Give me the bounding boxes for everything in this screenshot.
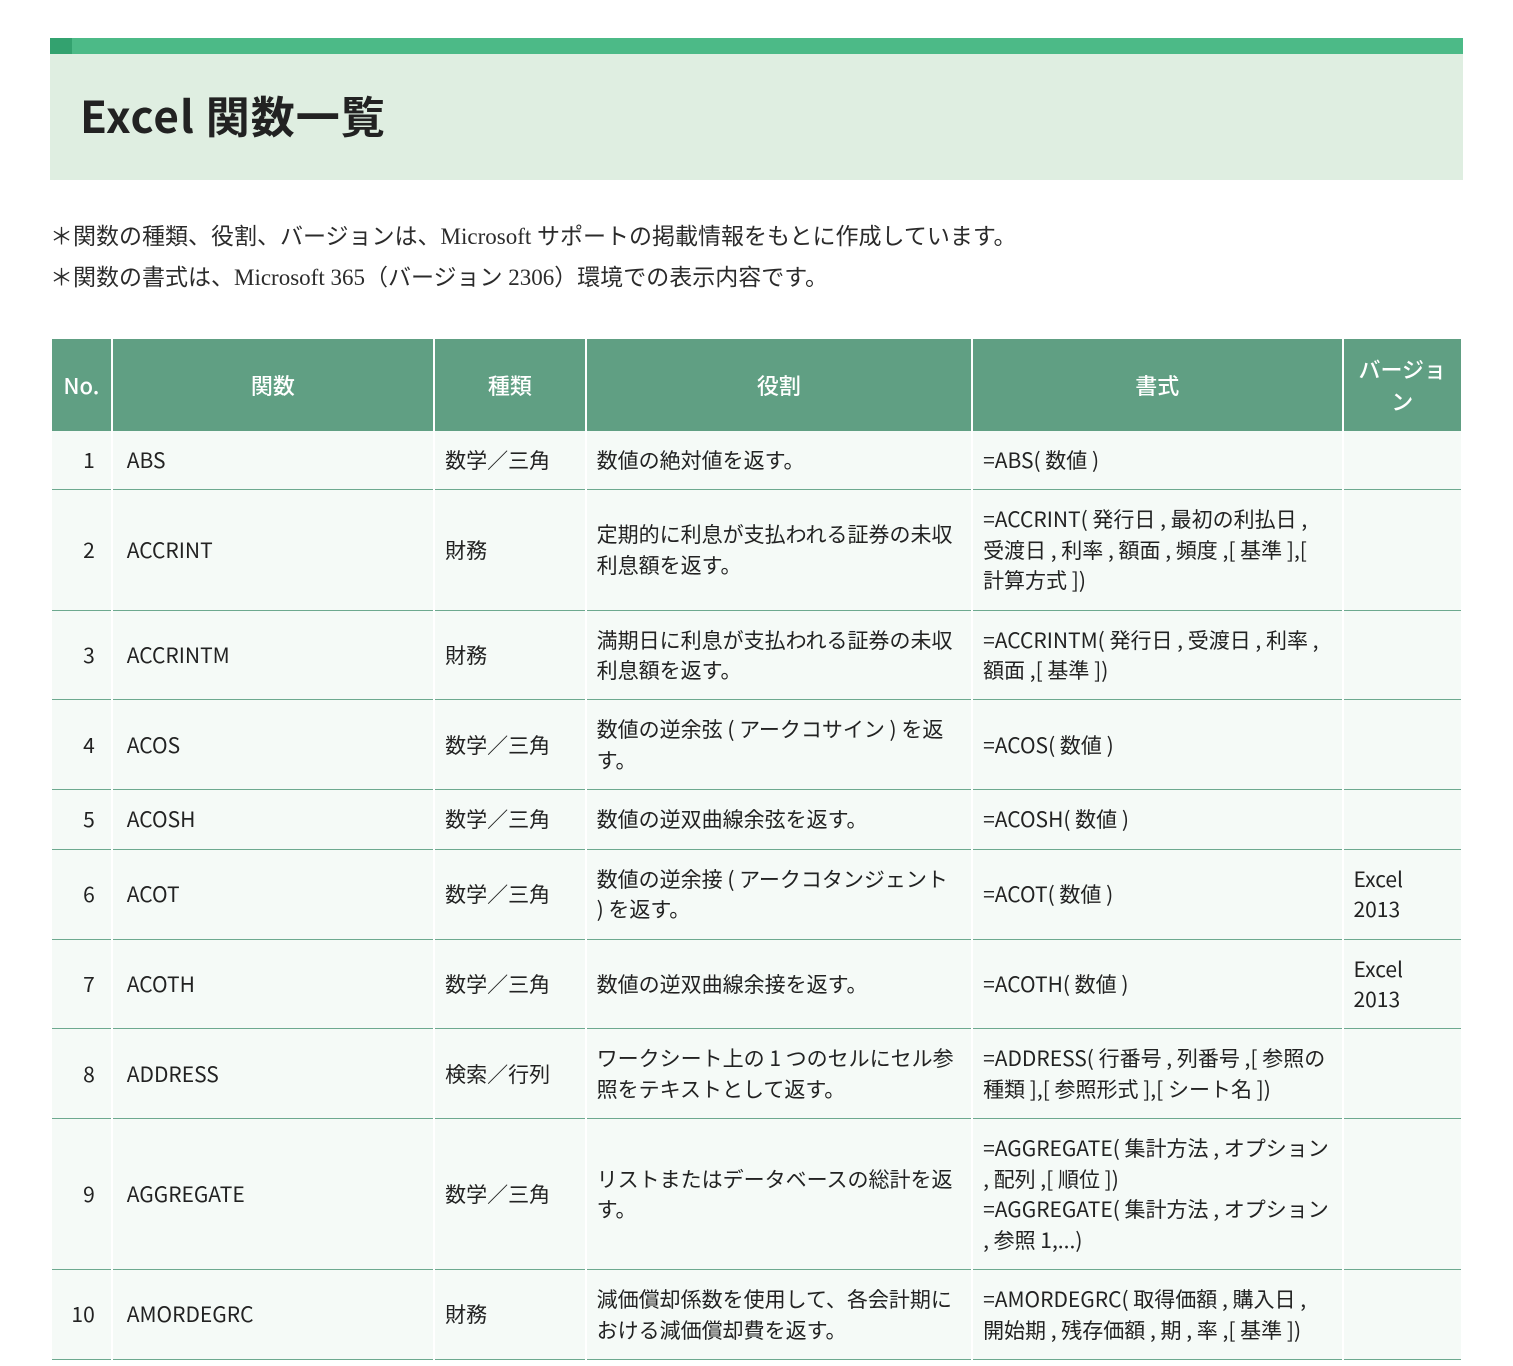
notes-block: ＊関数の種類、役割、バージョンは、Microsoft サポートの掲載情報をもとに…	[50, 216, 1463, 299]
cell-function: AMORDEGRC	[113, 1270, 433, 1360]
header-title-panel: Excel 関数一覧	[50, 54, 1463, 180]
cell-function: ACCRINT	[113, 490, 433, 610]
col-header-version: バージョン	[1344, 339, 1462, 431]
cell-no: 5	[52, 790, 111, 849]
cell-formula: =ABS( 数値 )	[973, 431, 1341, 490]
function-table: No. 関数 種類 役割 書式 バージョン 1ABS数学／三角数値の絶対値を返す…	[50, 339, 1463, 1360]
cell-no: 9	[52, 1119, 111, 1270]
cell-version: Excel 2013	[1344, 850, 1462, 940]
cell-version	[1344, 431, 1462, 490]
cell-version	[1344, 700, 1462, 790]
cell-category: 検索／行列	[435, 1029, 585, 1119]
cell-category: 数学／三角	[435, 850, 585, 940]
cell-function: ACOSH	[113, 790, 433, 849]
col-header-role: 役割	[587, 339, 971, 431]
cell-role: 数値の逆余弦 ( アークコサイン ) を返す。	[587, 700, 971, 790]
cell-category: 数学／三角	[435, 1119, 585, 1270]
cell-role: 数値の絶対値を返す。	[587, 431, 971, 490]
cell-no: 4	[52, 700, 111, 790]
cell-category: 数学／三角	[435, 790, 585, 849]
table-row: 7ACOTH数学／三角数値の逆双曲線余接を返す。=ACOTH( 数値 )Exce…	[52, 940, 1461, 1030]
cell-category: 財務	[435, 1270, 585, 1360]
cell-role: 定期的に利息が支払われる証券の未収利息額を返す。	[587, 490, 971, 610]
cell-formula: =ACCRINTM( 発行日 , 受渡日 , 利率 , 額面 ,[ 基準 ])	[973, 611, 1341, 701]
cell-category: 数学／三角	[435, 700, 585, 790]
col-header-category: 種類	[435, 339, 585, 431]
page-title: Excel 関数一覧	[80, 82, 1433, 146]
table-row: 6ACOT数学／三角数値の逆余接 ( アークコタンジェント ) を返す。=ACO…	[52, 850, 1461, 940]
cell-version	[1344, 611, 1462, 701]
cell-version	[1344, 790, 1462, 849]
cell-function: ACOS	[113, 700, 433, 790]
table-row: 1ABS数学／三角数値の絶対値を返す。=ABS( 数値 )	[52, 431, 1461, 490]
cell-version	[1344, 1119, 1462, 1270]
cell-formula: =ACOSH( 数値 )	[973, 790, 1341, 849]
cell-role: リストまたはデータベースの総計を返す。	[587, 1119, 971, 1270]
cell-role: 数値の逆双曲線余接を返す。	[587, 940, 971, 1030]
note-line: ＊関数の種類、役割、バージョンは、Microsoft サポートの掲載情報をもとに…	[50, 216, 1463, 257]
cell-version: Excel 2013	[1344, 940, 1462, 1030]
cell-category: 財務	[435, 490, 585, 610]
cell-version	[1344, 1270, 1462, 1360]
cell-no: 3	[52, 611, 111, 701]
table-row: 8ADDRESS検索／行列ワークシート上の 1 つのセルにセル参照をテキストとし…	[52, 1029, 1461, 1119]
cell-no: 1	[52, 431, 111, 490]
cell-function: ADDRESS	[113, 1029, 433, 1119]
cell-role: ワークシート上の 1 つのセルにセル参照をテキストとして返す。	[587, 1029, 971, 1119]
document-page: Excel 関数一覧 ＊関数の種類、役割、バージョンは、Microsoft サポ…	[0, 0, 1513, 1366]
table-row: 9AGGREGATE数学／三角リストまたはデータベースの総計を返す。=AGGRE…	[52, 1119, 1461, 1270]
cell-function: ACOTH	[113, 940, 433, 1030]
table-header-row: No. 関数 種類 役割 書式 バージョン	[52, 339, 1461, 431]
cell-no: 6	[52, 850, 111, 940]
table-row: 10AMORDEGRC財務減価償却係数を使用して、各会計期における減価償却費を返…	[52, 1270, 1461, 1360]
cell-function: ABS	[113, 431, 433, 490]
cell-version	[1344, 1029, 1462, 1119]
cell-role: 数値の逆余接 ( アークコタンジェント ) を返す。	[587, 850, 971, 940]
cell-no: 10	[52, 1270, 111, 1360]
cell-function: ACOT	[113, 850, 433, 940]
table-row: 3ACCRINTM財務満期日に利息が支払われる証券の未収利息額を返す。=ACCR…	[52, 611, 1461, 701]
cell-formula: =ACCRINT( 発行日 , 最初の利払日 , 受渡日 , 利率 , 額面 ,…	[973, 490, 1341, 610]
cell-formula: =ACOS( 数値 )	[973, 700, 1341, 790]
cell-formula: =AGGREGATE( 集計方法 , オプション , 配列 ,[ 順位 ])=A…	[973, 1119, 1341, 1270]
cell-function: AGGREGATE	[113, 1119, 433, 1270]
cell-category: 数学／三角	[435, 940, 585, 1030]
cell-no: 8	[52, 1029, 111, 1119]
table-row: 4ACOS数学／三角数値の逆余弦 ( アークコサイン ) を返す。=ACOS( …	[52, 700, 1461, 790]
cell-category: 財務	[435, 611, 585, 701]
cell-no: 2	[52, 490, 111, 610]
header-accent-bar	[50, 38, 1463, 54]
cell-role: 減価償却係数を使用して、各会計期における減価償却費を返す。	[587, 1270, 971, 1360]
col-header-no: No.	[52, 339, 111, 431]
cell-role: 数値の逆双曲線余弦を返す。	[587, 790, 971, 849]
col-header-formula: 書式	[973, 339, 1341, 431]
cell-formula: =ACOTH( 数値 )	[973, 940, 1341, 1030]
cell-function: ACCRINTM	[113, 611, 433, 701]
cell-formula: =ACOT( 数値 )	[973, 850, 1341, 940]
table-body: 1ABS数学／三角数値の絶対値を返す。=ABS( 数値 )2ACCRINT財務定…	[52, 431, 1461, 1360]
cell-formula: =ADDRESS( 行番号 , 列番号 ,[ 参照の種類 ],[ 参照形式 ],…	[973, 1029, 1341, 1119]
col-header-function: 関数	[113, 339, 433, 431]
cell-version	[1344, 490, 1462, 610]
table-row: 5ACOSH数学／三角数値の逆双曲線余弦を返す。=ACOSH( 数値 )	[52, 790, 1461, 849]
cell-role: 満期日に利息が支払われる証券の未収利息額を返す。	[587, 611, 971, 701]
cell-no: 7	[52, 940, 111, 1030]
cell-formula: =AMORDEGRC( 取得価額 , 購入日 , 開始期 , 残存価額 , 期 …	[973, 1270, 1341, 1360]
note-line: ＊関数の書式は、Microsoft 365（バージョン 2306）環境での表示内…	[50, 257, 1463, 298]
table-row: 2ACCRINT財務定期的に利息が支払われる証券の未収利息額を返す。=ACCRI…	[52, 490, 1461, 610]
cell-category: 数学／三角	[435, 431, 585, 490]
